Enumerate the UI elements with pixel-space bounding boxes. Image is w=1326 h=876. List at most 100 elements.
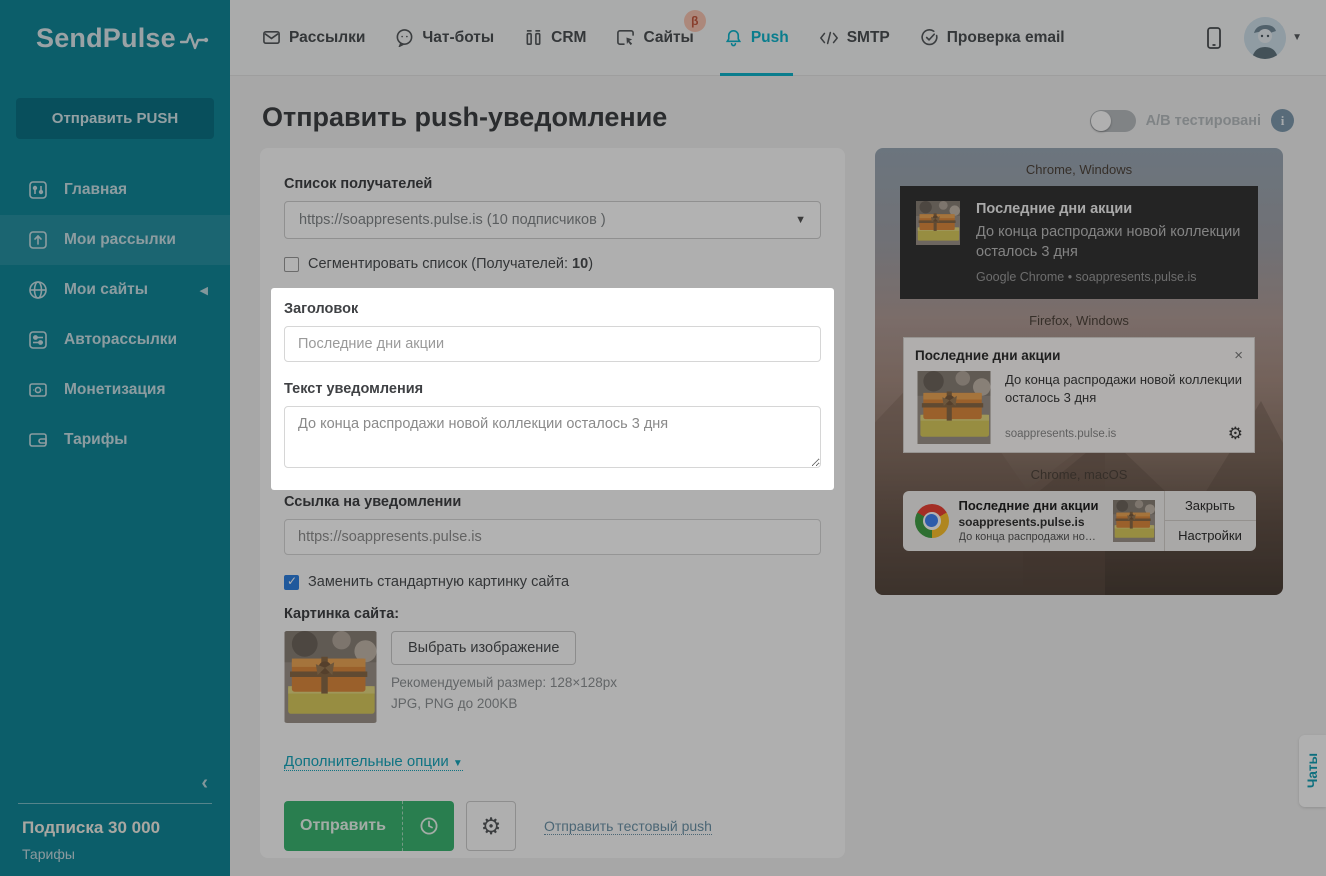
sidebar-item-label: Мои рассылки bbox=[64, 231, 176, 248]
wallet-icon bbox=[29, 433, 47, 447]
nav-label: Чат-боты bbox=[422, 28, 495, 46]
check-circle-icon bbox=[921, 29, 938, 46]
notification-body: До конца распродажи новой коллекции оста… bbox=[976, 224, 1241, 261]
logo[interactable]: SendPulse bbox=[0, 0, 230, 76]
notification-image bbox=[917, 370, 991, 444]
phone-icon[interactable] bbox=[1206, 26, 1222, 50]
chrome-logo-icon bbox=[914, 503, 949, 538]
segment-checkbox-row: Сегментировать список (Получателей: 10) bbox=[284, 256, 821, 272]
gear-icon[interactable]: ⚙ bbox=[1228, 424, 1243, 444]
tariffs-link[interactable]: Тарифы bbox=[16, 846, 214, 862]
send-button-group: Отправить bbox=[284, 801, 454, 851]
sidebar-item-monetization[interactable]: Монетизация bbox=[0, 365, 230, 415]
nav-label: Проверка email bbox=[946, 28, 1065, 46]
beta-badge: β bbox=[683, 9, 706, 32]
caret-down-icon: ▼ bbox=[795, 214, 806, 226]
send-row: Отправить ⚙ Отправить тестовый push bbox=[284, 801, 821, 851]
sidebar-item-label: Монетизация bbox=[64, 381, 166, 398]
send-push-button[interactable]: Отправить PUSH bbox=[16, 98, 214, 139]
logo-text: SendPulse bbox=[36, 22, 176, 53]
code-icon bbox=[819, 31, 838, 44]
envelope-icon bbox=[263, 30, 280, 45]
notification-image bbox=[1112, 499, 1155, 542]
preview-os-label: Chrome, Windows bbox=[1025, 162, 1133, 177]
nav-item-campaigns[interactable]: Рассылки bbox=[262, 0, 365, 76]
sidebar-item-my-sites[interactable]: Мои сайты ◀ bbox=[0, 265, 230, 315]
notification-domain: soappresents.pulse.is bbox=[958, 515, 1085, 530]
close-icon[interactable]: × bbox=[1234, 347, 1243, 364]
recipients-value: https://soappresents.pulse.is (10 подпис… bbox=[299, 212, 606, 228]
settings-button[interactable]: Настройки bbox=[1164, 520, 1256, 551]
chats-tab-label: Чаты bbox=[1305, 753, 1320, 789]
segment-checkbox[interactable] bbox=[284, 256, 299, 272]
nav-item-sites[interactable]: Сайты β bbox=[616, 0, 706, 76]
account-menu[interactable]: ▼ bbox=[1244, 16, 1302, 59]
pulse-icon bbox=[179, 32, 209, 50]
nav-label: SMTP bbox=[846, 28, 890, 46]
test-push-link[interactable]: Отправить тестовый push bbox=[544, 818, 712, 835]
send-button[interactable]: Отправить bbox=[284, 801, 402, 851]
nav-item-email-verification[interactable]: Проверка email bbox=[920, 0, 1065, 76]
size-hint: Рекомендуемый размер: 128×128px bbox=[391, 675, 618, 690]
text-textarea[interactable]: До конца распродажи новой коллекции оста… bbox=[284, 406, 821, 468]
ab-testing-toggle[interactable] bbox=[1089, 109, 1136, 132]
notification-title: Последние дни акции bbox=[976, 201, 1133, 217]
nav-item-push[interactable]: Push bbox=[719, 0, 793, 76]
sidebar-item-label: Авторассылки bbox=[64, 331, 178, 348]
nav-label: CRM bbox=[551, 28, 587, 46]
settings-button[interactable]: ⚙ bbox=[466, 801, 516, 851]
main-content: Отправить push-уведомление A/B тестирова… bbox=[230, 76, 1326, 876]
sidebar-collapse-button[interactable]: ‹ bbox=[16, 772, 214, 795]
format-hint: JPG, PNG до 200KB bbox=[391, 696, 518, 711]
nav-item-smtp[interactable]: SMTP bbox=[819, 0, 890, 76]
sidebar-item-label: Мои сайты bbox=[64, 281, 149, 298]
schedule-button[interactable] bbox=[402, 801, 454, 851]
caret-down-icon: ▼ bbox=[1292, 32, 1302, 43]
nav-label: Сайты bbox=[643, 28, 694, 46]
sidebar-item-label: Главная bbox=[64, 181, 128, 198]
money-icon bbox=[29, 383, 47, 397]
info-icon[interactable]: i bbox=[1271, 109, 1294, 132]
push-form-card: Список получателей https://soappresents.… bbox=[260, 148, 845, 858]
title-input[interactable] bbox=[284, 326, 821, 362]
sidebar-item-autocampaigns[interactable]: Авторассылки bbox=[0, 315, 230, 365]
firefox-windows-preview: Последние дни акции × До конца распродаж… bbox=[903, 336, 1255, 453]
notification-preview-panel: Chrome, Windows Последние дни акции До к… bbox=[875, 148, 1283, 595]
nav-item-crm[interactable]: CRM bbox=[524, 0, 586, 76]
notification-domain: soappresents.pulse.is bbox=[1005, 427, 1117, 440]
chrome-macos-preview: Последние дни акции soappresents.pulse.i… bbox=[902, 490, 1256, 551]
nav-label: Рассылки bbox=[289, 28, 366, 46]
replace-image-label: Заменить стандартную картинку сайта bbox=[308, 574, 570, 590]
page-title: Отправить push-уведомление bbox=[262, 102, 668, 132]
choose-image-button[interactable]: Выбрать изображение bbox=[391, 631, 577, 665]
avatar bbox=[1244, 16, 1287, 59]
link-input[interactable] bbox=[284, 519, 821, 555]
additional-options-link[interactable]: Дополнительные опции ▼ bbox=[284, 753, 463, 771]
subscription-label: Подписка 30 000 bbox=[22, 818, 161, 837]
toggle-knob bbox=[1090, 110, 1111, 131]
recipients-label: Список получателей bbox=[284, 176, 433, 192]
sliders-icon bbox=[29, 181, 47, 199]
nav-item-chatbots[interactable]: Чат-боты bbox=[395, 0, 494, 76]
sidebar-item-home[interactable]: Главная bbox=[0, 165, 230, 215]
sidebar-item-tariffs[interactable]: Тарифы bbox=[0, 415, 230, 465]
spotlight-section: Заголовок Текст уведомления До конца рас… bbox=[271, 288, 834, 490]
chats-side-tab[interactable]: Чаты bbox=[1299, 735, 1326, 807]
nav-label: Push bbox=[750, 28, 789, 46]
sidebar-nav: Главная Мои рассылки Мои сайты ◀ Авторас… bbox=[0, 165, 230, 465]
send-campaign-icon bbox=[29, 231, 47, 249]
sidebar-item-label: Тарифы bbox=[64, 431, 128, 448]
preview-os-label: Firefox, Windows bbox=[1029, 312, 1129, 328]
caret-down-icon: ▼ bbox=[452, 758, 463, 769]
sidebar: SendPulse Отправить PUSH Главная Мои рас… bbox=[0, 0, 230, 876]
globe-icon bbox=[29, 281, 47, 299]
divider bbox=[18, 803, 212, 804]
replace-image-checkbox[interactable] bbox=[284, 574, 299, 590]
close-button[interactable]: Закрыть bbox=[1165, 491, 1256, 521]
recipients-select[interactable]: https://soappresents.pulse.is (10 подпис… bbox=[284, 201, 821, 239]
sidebar-item-my-campaigns[interactable]: Мои рассылки bbox=[0, 215, 230, 265]
bell-icon bbox=[725, 30, 741, 47]
ab-testing-row: A/B тестировані i bbox=[1089, 109, 1294, 132]
link-label: Ссылка на уведомлении bbox=[284, 494, 462, 510]
sites-icon bbox=[617, 30, 635, 46]
